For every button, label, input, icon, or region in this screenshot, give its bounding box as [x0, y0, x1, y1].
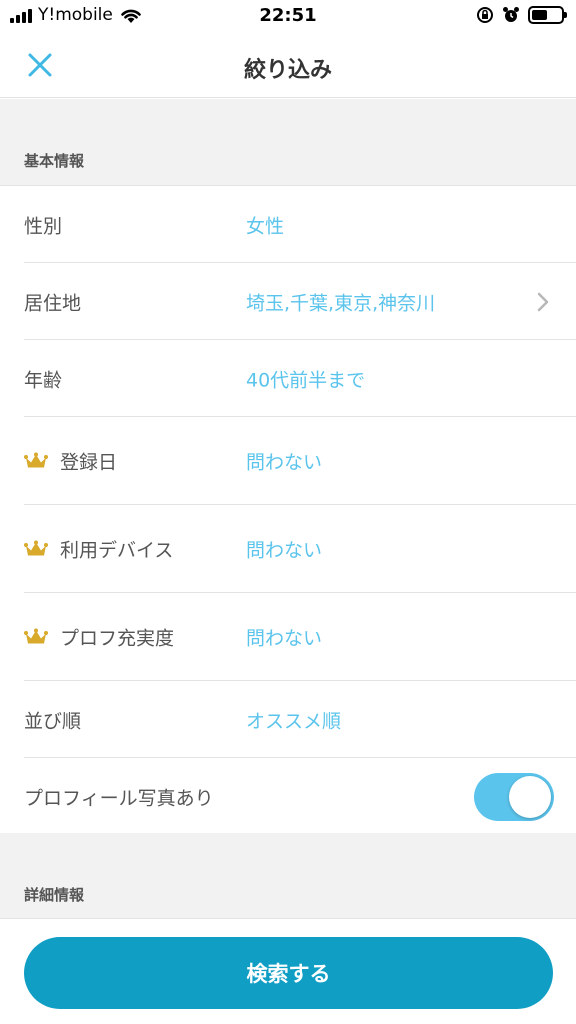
- chevron-right-icon: [537, 292, 549, 311]
- filter-value: 埼玉,千葉,東京,神奈川: [246, 292, 436, 314]
- nav-bar: 絞り込み: [0, 34, 576, 98]
- filter-row-photo: プロフィール写真あり: [0, 758, 576, 835]
- filter-row-residence[interactable]: 居住地 埼玉,千葉,東京,神奈川: [0, 263, 576, 340]
- section-title-detail: 詳細情報: [24, 886, 85, 904]
- filter-row-profile-completeness[interactable]: プロフ充実度 問わない: [0, 593, 576, 681]
- filter-value: 40代前半まで: [246, 369, 366, 391]
- toggle-knob: [509, 775, 551, 818]
- filter-label: プロフィール写真あり: [24, 787, 214, 809]
- filter-label: 性別: [24, 215, 63, 237]
- filter-list: 性別 女性 居住地 埼玉,千葉,東京,神奈川 年齢 40代前半まで 登録日 問わ…: [0, 185, 576, 835]
- filter-row-age[interactable]: 年齢 40代前半まで: [0, 340, 576, 417]
- status-bar: Y!mobile 22:51: [0, 0, 576, 34]
- crown-icon: [24, 628, 48, 643]
- filter-label: プロフ充実度: [24, 624, 174, 651]
- filter-row-registration-date[interactable]: 登録日 問わない: [0, 417, 576, 505]
- filter-label: 並び順: [24, 710, 82, 732]
- filter-value: 問わない: [246, 451, 323, 474]
- filter-row-device[interactable]: 利用デバイス 問わない: [0, 505, 576, 593]
- footer: 検索する: [0, 918, 576, 1024]
- status-right: [476, 6, 567, 24]
- crown-icon: [24, 452, 48, 467]
- filter-value: 問わない: [246, 627, 323, 650]
- filter-label: 居住地: [24, 292, 82, 314]
- page-title: 絞り込み: [243, 58, 332, 83]
- alarm-icon: [503, 7, 519, 22]
- filter-row-sort-order[interactable]: 並び順 オススメ順: [0, 681, 576, 758]
- filter-label: 利用デバイス: [24, 536, 173, 563]
- search-button[interactable]: 検索する: [24, 937, 553, 1009]
- filter-value: 問わない: [246, 539, 323, 562]
- filter-row-gender[interactable]: 性別 女性: [0, 186, 576, 263]
- battery-icon: [528, 6, 567, 24]
- filter-label: 登録日: [24, 448, 117, 475]
- filter-value: オススメ順: [246, 710, 342, 732]
- photo-toggle[interactable]: [474, 772, 554, 821]
- section-header-detail: 詳細情報: [0, 833, 576, 919]
- section-header-basic: 基本情報: [0, 99, 576, 185]
- filter-value: 女性: [246, 215, 285, 237]
- filter-label: 年齢: [24, 369, 63, 391]
- section-title-basic: 基本情報: [24, 152, 85, 170]
- orientation-lock-icon: [477, 7, 493, 23]
- crown-icon: [24, 540, 48, 555]
